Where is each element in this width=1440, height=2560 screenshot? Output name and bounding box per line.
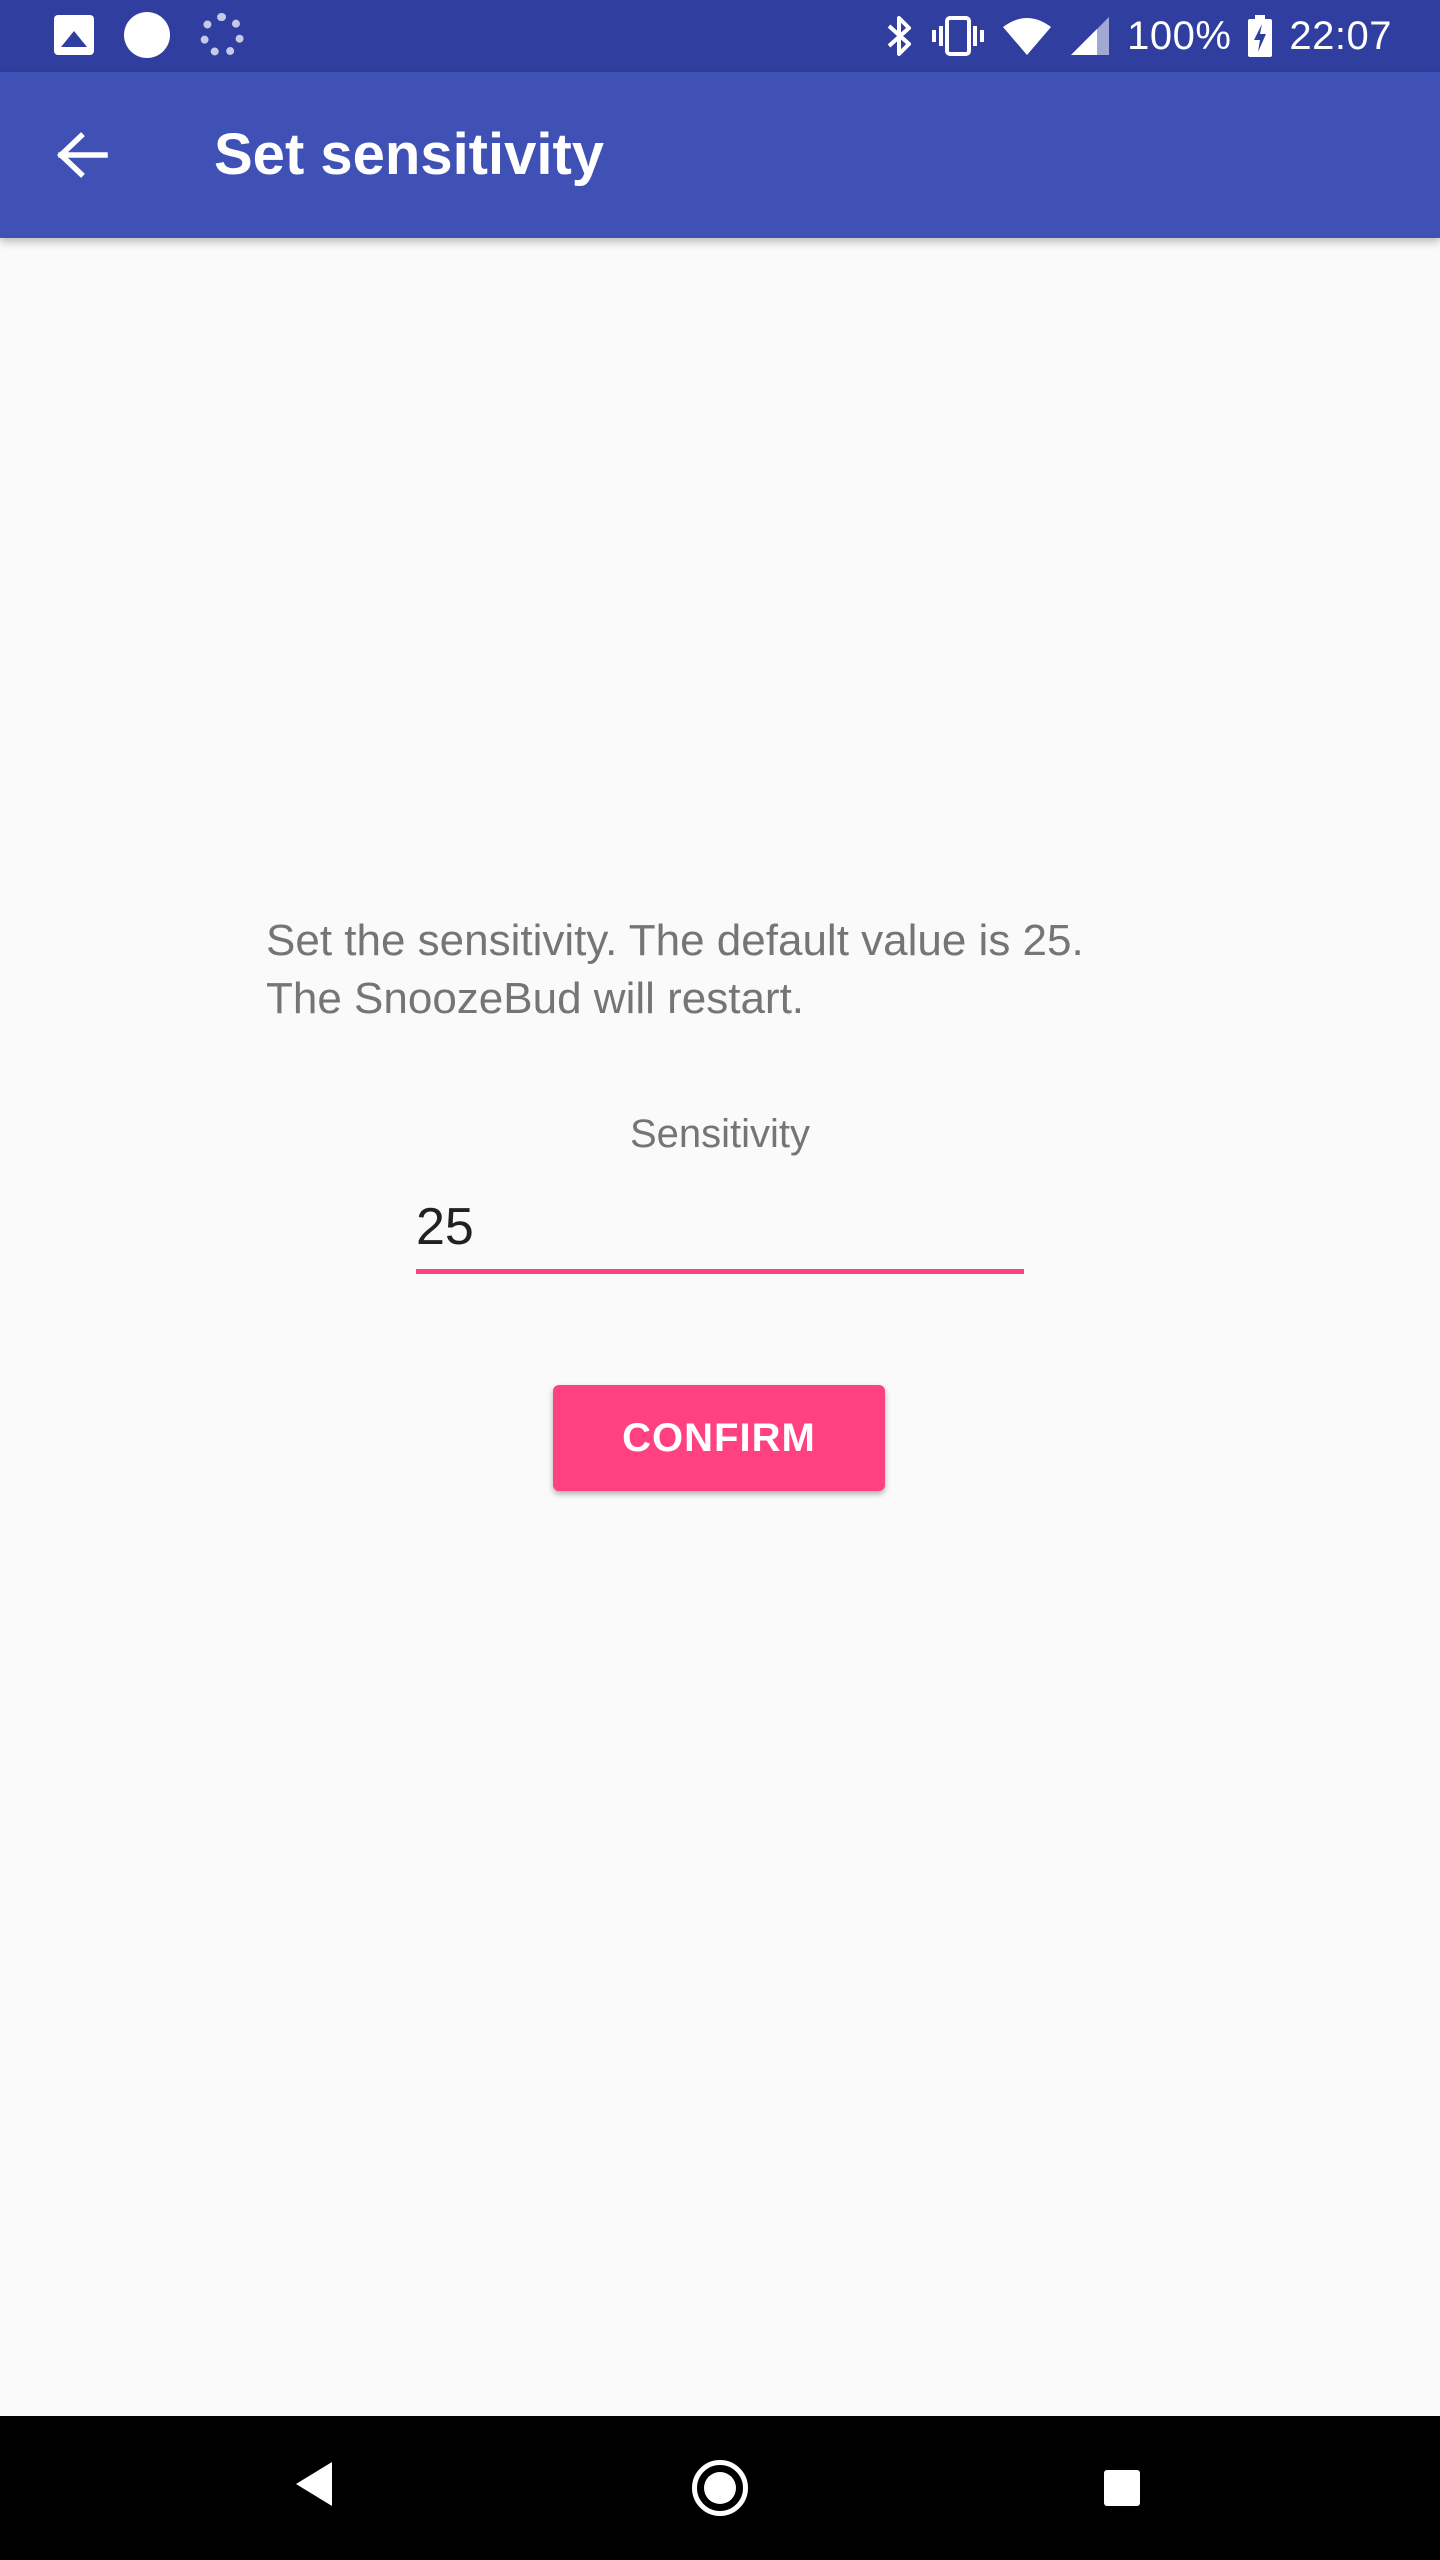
sensitivity-label: Sensitivity [629, 1112, 811, 1156]
gallery-icon [54, 15, 94, 55]
wifi-icon [1003, 18, 1052, 55]
nav-recents-icon[interactable] [1104, 2470, 1140, 2506]
instructions-line-1: Set the sensitivity. The default value i… [266, 916, 1084, 965]
sync-spinner-icon [200, 13, 244, 57]
instructions-text: Set the sensitivity. The default value i… [266, 912, 1226, 1028]
notification-icons [54, 12, 244, 58]
status-bar: 100% 22:07 [0, 0, 1440, 72]
app-bar: Set sensitivity [0, 72, 1440, 238]
nav-home-icon[interactable] [692, 2460, 748, 2516]
screen: 100% 22:07 Set sensitivity Set the sensi… [0, 0, 1440, 2560]
bluetooth-icon [887, 16, 912, 56]
back-button[interactable] [40, 112, 126, 198]
confirm-button[interactable]: CONFIRM [553, 1385, 885, 1491]
cell-signal-icon [1071, 17, 1110, 55]
navigation-bar [0, 2416, 1440, 2560]
vibrate-icon [932, 16, 985, 56]
system-icons: 100% 22:07 [885, 0, 1392, 72]
sensitivity-input[interactable] [416, 1190, 1024, 1274]
clock: 22:07 [1289, 13, 1392, 58]
instructions-line-2: The SnoozeBud will restart. [266, 974, 805, 1023]
battery-percentage: 100% [1127, 13, 1232, 58]
circle-notification-icon [124, 12, 170, 58]
battery-charging-icon [1248, 15, 1273, 57]
nav-back-icon[interactable] [296, 2462, 332, 2506]
page-title: Set sensitivity [214, 122, 605, 187]
arrow-back-icon [57, 132, 108, 178]
